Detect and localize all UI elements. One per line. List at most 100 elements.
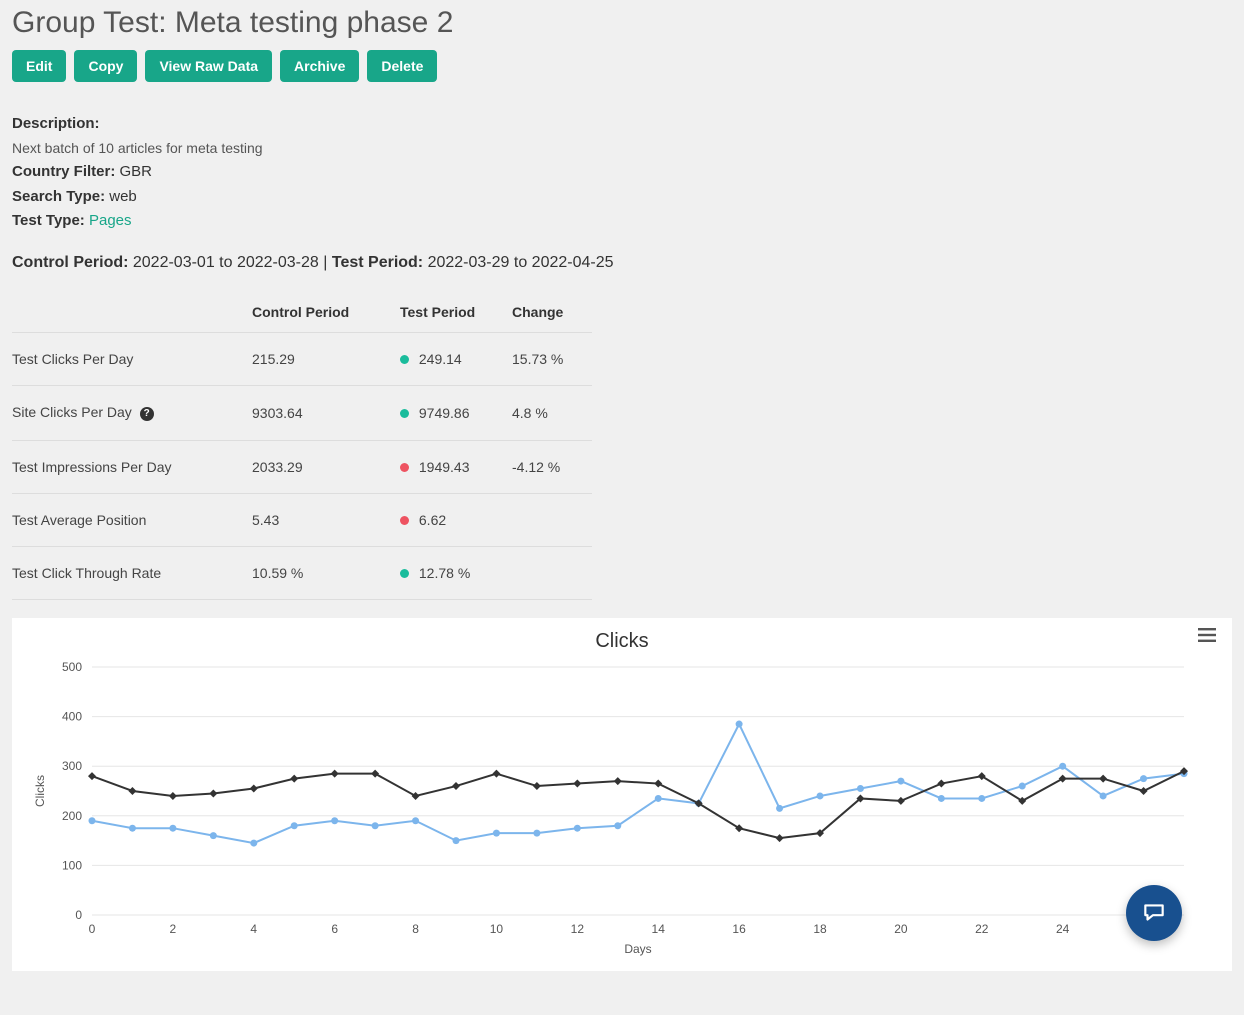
control-value: 10.59 % xyxy=(252,547,400,600)
series-test-point xyxy=(776,805,783,812)
chat-fab[interactable] xyxy=(1126,885,1182,941)
th-test: Test Period xyxy=(400,292,512,333)
view-raw-data-button[interactable]: View Raw Data xyxy=(145,50,272,82)
test-type-link[interactable]: Pages xyxy=(89,212,132,229)
series-test-point xyxy=(250,840,257,847)
test-value: 12.78 % xyxy=(400,547,512,600)
metric-name: Test Impressions Per Day xyxy=(12,441,252,494)
table-row: Test Click Through Rate10.59 % 12.78 % xyxy=(12,547,592,600)
series-control-point xyxy=(897,797,905,805)
page-title: Group Test: Meta testing phase 2 xyxy=(12,6,1232,40)
control-value: 9303.64 xyxy=(252,386,400,441)
control-value: 215.29 xyxy=(252,333,400,386)
series-test-point xyxy=(291,822,298,829)
country-filter-value: GBR xyxy=(115,163,152,180)
x-tick-label: 0 xyxy=(89,922,96,936)
test-value: 249.14 xyxy=(400,333,512,386)
y-tick-label: 200 xyxy=(62,809,82,823)
up-dot-icon xyxy=(400,355,409,364)
x-tick-label: 18 xyxy=(813,922,827,936)
delete-button[interactable]: Delete xyxy=(367,50,437,82)
th-control: Control Period xyxy=(252,292,400,333)
metric-name: Site Clicks Per Day ? xyxy=(12,386,252,441)
y-tick-label: 300 xyxy=(62,759,82,773)
series-control-point xyxy=(1099,775,1107,783)
down-dot-icon xyxy=(400,463,409,472)
copy-button[interactable]: Copy xyxy=(74,50,137,82)
table-row: Test Impressions Per Day2033.29 1949.43-… xyxy=(12,441,592,494)
test-period-label: Test Period: xyxy=(332,254,423,271)
change-value: -4.12 % xyxy=(512,441,592,494)
x-tick-label: 4 xyxy=(250,922,257,936)
x-tick-label: 16 xyxy=(732,922,746,936)
up-dot-icon xyxy=(400,569,409,578)
chat-icon xyxy=(1141,900,1167,926)
edit-button[interactable]: Edit xyxy=(12,50,66,82)
metric-name: Test Clicks Per Day xyxy=(12,333,252,386)
series-test-point xyxy=(1059,763,1066,770)
test-type-label: Test Type: xyxy=(12,212,85,229)
series-test-point xyxy=(493,830,500,837)
series-test-point xyxy=(655,795,662,802)
change-value: 4.8 % xyxy=(512,386,592,441)
control-period-value: 2022-03-01 to 2022-03-28 xyxy=(128,254,323,271)
x-tick-label: 24 xyxy=(1056,922,1070,936)
series-test-point xyxy=(331,817,338,824)
y-tick-label: 400 xyxy=(62,710,82,724)
series-test-point xyxy=(857,785,864,792)
series-control-point xyxy=(412,792,420,800)
change-value xyxy=(512,547,592,600)
table-row: Test Average Position5.43 6.62 xyxy=(12,494,592,547)
up-dot-icon xyxy=(400,409,409,418)
x-tick-label: 10 xyxy=(490,922,504,936)
table-row: Test Clicks Per Day215.29 249.1415.73 % xyxy=(12,333,592,386)
series-control-point xyxy=(371,770,379,778)
clicks-chart: 010020030040050002468101214161820222426D… xyxy=(28,659,1196,959)
help-icon[interactable]: ? xyxy=(140,407,154,421)
metric-name: Test Average Position xyxy=(12,494,252,547)
period-separator: | xyxy=(323,254,332,271)
action-bar: Edit Copy View Raw Data Archive Delete xyxy=(12,50,1232,82)
chart-title: Clicks xyxy=(28,630,1216,653)
metrics-table: Control Period Test Period Change Test C… xyxy=(12,292,592,600)
x-tick-label: 8 xyxy=(412,922,419,936)
control-value: 5.43 xyxy=(252,494,400,547)
x-tick-label: 2 xyxy=(170,922,177,936)
series-control-point xyxy=(492,770,500,778)
meta-block: Description: Next batch of 10 articles f… xyxy=(12,112,1232,234)
series-control-point xyxy=(573,780,581,788)
series-test-point xyxy=(1019,783,1026,790)
series-test-point xyxy=(614,822,621,829)
series-control-point xyxy=(290,775,298,783)
series-test-point xyxy=(412,817,419,824)
control-value: 2033.29 xyxy=(252,441,400,494)
x-tick-label: 20 xyxy=(894,922,908,936)
series-test-point xyxy=(817,793,824,800)
series-control-point xyxy=(937,780,945,788)
series-test-point xyxy=(453,837,460,844)
series-test-point xyxy=(1100,793,1107,800)
metric-name: Test Click Through Rate xyxy=(12,547,252,600)
series-control-line xyxy=(92,771,1184,838)
series-test-point xyxy=(129,825,136,832)
test-period-value: 2022-03-29 to 2022-04-25 xyxy=(423,254,613,271)
series-control-point xyxy=(169,792,177,800)
series-test-point xyxy=(1140,775,1147,782)
test-value: 1949.43 xyxy=(400,441,512,494)
series-test-point xyxy=(736,721,743,728)
archive-button[interactable]: Archive xyxy=(280,50,359,82)
description-label: Description: xyxy=(12,115,100,132)
th-metric xyxy=(12,292,252,333)
y-axis-label: Clicks xyxy=(33,775,47,807)
series-test-point xyxy=(372,822,379,829)
test-value: 9749.86 xyxy=(400,386,512,441)
menu-icon xyxy=(1198,628,1216,642)
description-text: Next batch of 10 articles for meta testi… xyxy=(12,137,1232,160)
test-value: 6.62 xyxy=(400,494,512,547)
x-tick-label: 14 xyxy=(652,922,666,936)
series-test-point xyxy=(938,795,945,802)
change-value xyxy=(512,494,592,547)
series-control-point xyxy=(776,834,784,842)
y-tick-label: 500 xyxy=(62,660,82,674)
chart-menu-button[interactable] xyxy=(1198,628,1216,642)
